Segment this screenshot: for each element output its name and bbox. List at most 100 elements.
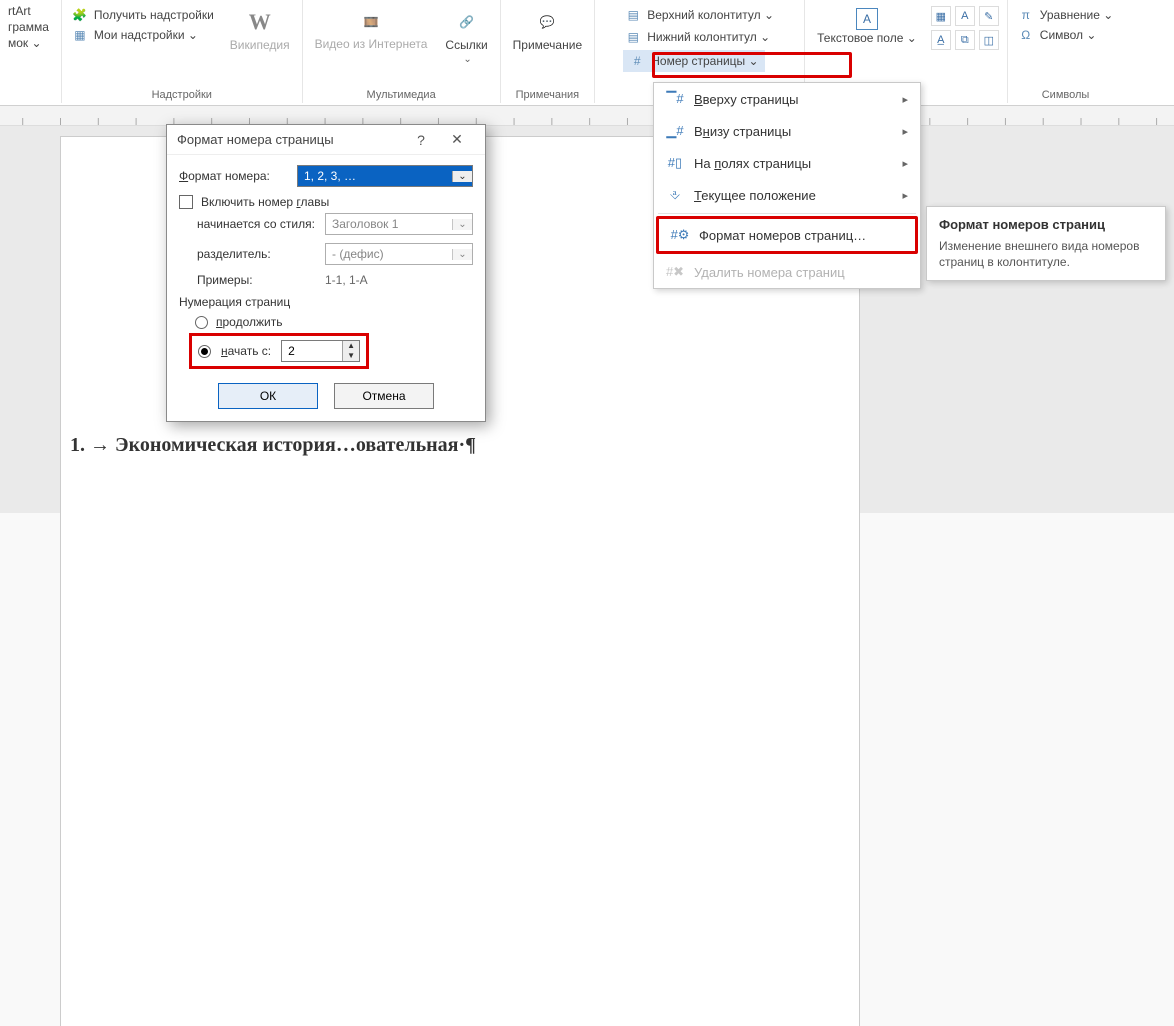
- add-comment-button[interactable]: 💬 Примечание: [509, 6, 586, 54]
- menu-item-bottom-label: Внизу страницы: [694, 124, 791, 139]
- menu-item-current-label: Текущее положение: [694, 188, 816, 203]
- footer-label: Нижний колонтитул ⌄: [647, 30, 770, 44]
- document-line: 1. → Экономическая история…овательная·¶: [70, 434, 770, 457]
- examples-value: 1-1, 1-A: [325, 273, 368, 287]
- page-top-icon: ▔#: [666, 90, 684, 108]
- spin-up-button[interactable]: ▲: [343, 341, 359, 351]
- page-margin-icon: #▯: [666, 154, 684, 172]
- symbol-label: Символ ⌄: [1040, 28, 1097, 42]
- menu-item-format-label: Формат номеров страниц…: [699, 228, 866, 243]
- submenu-arrow-icon: ▸: [902, 93, 908, 106]
- spin-down-button[interactable]: ▼: [343, 351, 359, 361]
- cancel-button[interactable]: Отмена: [334, 383, 434, 409]
- horizontal-ruler[interactable]: [0, 106, 1174, 126]
- page-number-button[interactable]: # Номер страницы ⌄: [623, 50, 764, 72]
- starts-style-value: Заголовок 1: [326, 217, 452, 231]
- chevron-down-icon: ⌄: [452, 249, 472, 260]
- addins-group-label: Надстройки: [152, 87, 212, 101]
- include-chapter-label: Включить номер главы: [201, 195, 329, 209]
- numbering-group-label: Нумерация страниц: [179, 295, 473, 309]
- include-chapter-checkbox[interactable]: Включить номер главы: [179, 195, 473, 209]
- my-addins-label: Мои надстройки ⌄: [94, 28, 198, 42]
- starts-style-label: начинается со стиля:: [197, 217, 317, 231]
- frag-l2: грамма: [8, 20, 53, 36]
- ribbon-group-symbols: π Уравнение ⌄ Ω Символ ⌄ Символы: [1008, 0, 1124, 103]
- menu-item-margins-label: На полях страницы: [694, 156, 811, 171]
- symbol-button[interactable]: Ω Символ ⌄: [1016, 26, 1099, 44]
- online-video-button[interactable]: 🎞️ Видео из Интернета: [311, 6, 432, 53]
- checkbox-box: [179, 195, 193, 209]
- add-comment-label: Примечание: [513, 38, 582, 52]
- wordart-icon[interactable]: A: [955, 6, 975, 26]
- ribbon-group-comments: 💬 Примечание Примечания: [501, 0, 595, 103]
- page-number-label: Номер страницы ⌄: [651, 54, 758, 68]
- start-at-spinner[interactable]: ▲ ▼: [281, 340, 360, 362]
- starts-style-dropdown[interactable]: Заголовок 1 ⌄: [325, 213, 473, 235]
- header-label: Верхний колонтитул ⌄: [647, 8, 774, 22]
- menu-item-bottom-of-page[interactable]: ▁# Внизу страницы ▸: [654, 115, 920, 147]
- wikipedia-label: Википедия: [230, 38, 290, 52]
- symbols-group-label: Символы: [1042, 87, 1090, 101]
- dialog-titlebar[interactable]: Формат номера страницы ? ✕: [167, 125, 485, 155]
- page-number-format-dialog: Формат номера страницы ? ✕ Формат номера…: [166, 124, 486, 422]
- links-label: Ссылки: [445, 38, 487, 52]
- ribbon-group-media: 🎞️ Видео из Интернета 🔗 Ссылки ⌄ Мультим…: [303, 0, 501, 103]
- comment-icon: 💬: [533, 8, 561, 36]
- wikipedia-button[interactable]: W Википедия: [226, 6, 294, 54]
- date-icon[interactable]: ⧉: [955, 30, 975, 50]
- number-format-label: Формат номера:: [179, 169, 289, 183]
- page-number-menu: ▔# Вверху страницы ▸ ▁# Внизу страницы ▸…: [653, 82, 921, 289]
- examples-label: Примеры:: [197, 273, 317, 287]
- pi-icon: π: [1018, 7, 1034, 23]
- number-format-dropdown[interactable]: 1, 2, 3, … ⌄: [297, 165, 473, 187]
- menu-item-page-margins[interactable]: #▯ На полях страницы ▸: [654, 147, 920, 179]
- header-button[interactable]: ▤ Верхний колонтитул ⌄: [623, 6, 776, 24]
- submenu-arrow-icon: ▸: [902, 189, 908, 202]
- menu-item-remove-label: Удалить номера страниц: [694, 265, 845, 280]
- ribbon-group-addins: 🧩 Получить надстройки ▦ Мои надстройки ⌄…: [62, 0, 303, 103]
- object-icon[interactable]: ◫: [979, 30, 999, 50]
- close-button[interactable]: ✕: [439, 131, 475, 148]
- menu-item-top-of-page[interactable]: ▔# Вверху страницы ▸: [654, 83, 920, 115]
- ribbon: rtArt грамма мок ⌄ 🧩 Получить надстройки…: [0, 0, 1174, 106]
- dialog-body: Формат номера: 1, 2, 3, … ⌄ Включить ном…: [167, 155, 485, 421]
- link-icon: 🔗: [453, 8, 481, 36]
- separator-dropdown[interactable]: - (дефис) ⌄: [325, 243, 473, 265]
- continue-radio[interactable]: продолжить: [195, 315, 473, 329]
- menu-item-top-label: Вверху страницы: [694, 92, 799, 107]
- frag-l3[interactable]: мок ⌄: [8, 36, 46, 52]
- links-button[interactable]: 🔗 Ссылки ⌄: [441, 6, 491, 67]
- footer-button[interactable]: ▤ Нижний колонтитул ⌄: [623, 28, 772, 46]
- menu-item-current-position[interactable]: ⎀ Текущее положение ▸: [654, 179, 920, 211]
- number-format-value: 1, 2, 3, …: [298, 169, 452, 183]
- page-number-icon: #: [629, 53, 645, 69]
- tooltip-body: Изменение внешнего вида номеров страниц …: [939, 238, 1153, 270]
- separator-label: разделитель:: [197, 247, 317, 261]
- text-box-label: Текстовое поле ⌄: [817, 32, 917, 45]
- separator-value: - (дефис): [326, 247, 452, 261]
- footer-icon: ▤: [625, 29, 641, 45]
- menu-item-format-page-numbers[interactable]: #⚙ Формат номеров страниц…: [656, 216, 918, 254]
- radio-icon-checked[interactable]: [198, 345, 211, 358]
- get-addins-label: Получить надстройки: [94, 8, 214, 22]
- remove-pagenum-icon: #✖: [666, 263, 684, 281]
- quick-parts-icon[interactable]: ▦: [931, 6, 951, 26]
- menu-item-remove-page-numbers[interactable]: #✖ Удалить номера страниц: [654, 256, 920, 288]
- equation-button[interactable]: π Уравнение ⌄: [1016, 6, 1116, 24]
- menu-separator: [658, 213, 916, 214]
- start-at-input[interactable]: [282, 341, 342, 361]
- tooltip-title: Формат номеров страниц: [939, 217, 1153, 232]
- text-box-button[interactable]: A Текстовое поле ⌄: [813, 6, 921, 47]
- tooltip-format-page-numbers: Формат номеров страниц Изменение внешнег…: [926, 206, 1166, 281]
- get-addins-button[interactable]: 🧩 Получить надстройки: [70, 6, 216, 24]
- online-video-label: Видео из Интернета: [315, 38, 428, 51]
- text-box-icon: A: [856, 8, 878, 30]
- ok-button[interactable]: ОК: [218, 383, 318, 409]
- dropcap-icon[interactable]: A̲: [931, 30, 951, 50]
- signature-icon[interactable]: ✎: [979, 6, 999, 26]
- equation-label: Уравнение ⌄: [1040, 8, 1114, 22]
- my-addins-button[interactable]: ▦ Мои надстройки ⌄: [70, 26, 200, 44]
- omega-icon: Ω: [1018, 27, 1034, 43]
- help-button[interactable]: ?: [403, 132, 439, 148]
- submenu-arrow-icon: ▸: [902, 125, 908, 138]
